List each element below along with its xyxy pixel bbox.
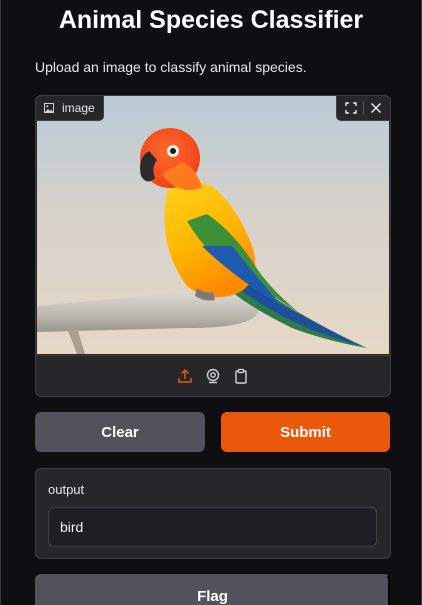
- image-label-badge: image: [36, 96, 104, 121]
- tool-divider: [363, 101, 364, 115]
- clipboard-icon[interactable]: [232, 367, 250, 385]
- webcam-icon[interactable]: [204, 367, 222, 385]
- image-source-bar: [36, 355, 390, 396]
- image-icon: [44, 103, 54, 113]
- close-icon[interactable]: [366, 98, 386, 118]
- output-panel: output bird: [35, 468, 391, 559]
- parrot-photo: [37, 96, 389, 354]
- submit-button[interactable]: Submit: [221, 412, 390, 452]
- output-value: bird: [60, 519, 84, 535]
- output-label: output: [48, 482, 85, 497]
- page-description: Upload an image to classify animal speci…: [35, 59, 307, 75]
- image-corner-tools: [336, 96, 390, 121]
- output-textbox[interactable]: bird: [48, 507, 377, 547]
- upload-icon[interactable]: [176, 367, 194, 385]
- image-input[interactable]: image: [35, 95, 391, 397]
- image-label: image: [62, 101, 95, 115]
- fullscreen-icon[interactable]: [341, 98, 361, 118]
- clear-button[interactable]: Clear: [35, 412, 205, 452]
- flag-button[interactable]: Flag: [35, 574, 390, 605]
- page-title: Animal Species Classifier: [58, 6, 364, 34]
